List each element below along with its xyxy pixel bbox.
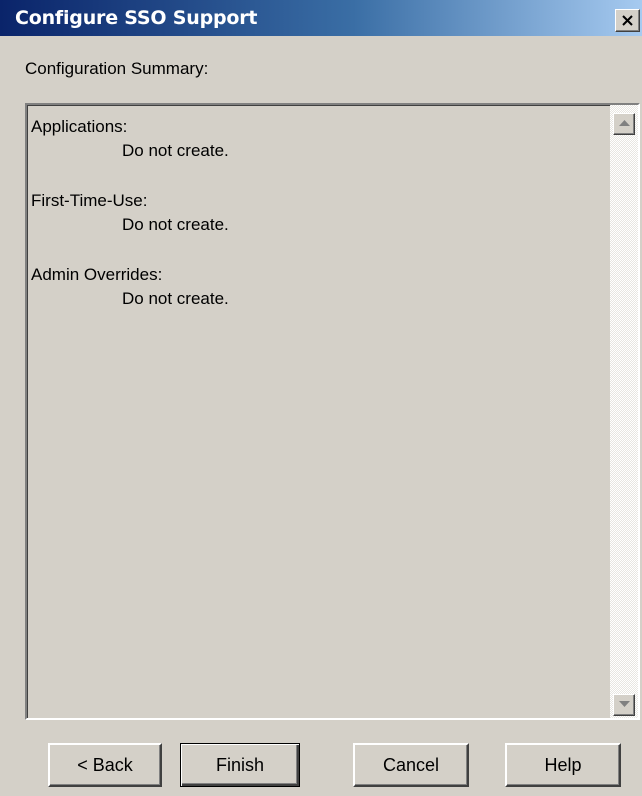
close-button[interactable]	[615, 9, 640, 32]
scroll-up-button[interactable]	[613, 113, 635, 135]
scroll-down-arrow-icon	[619, 701, 630, 707]
cancel-button[interactable]: Cancel	[353, 743, 469, 787]
section-heading: Admin Overrides:	[31, 265, 163, 284]
summary-content: Applications: Do not create. First-Time-…	[31, 115, 229, 337]
summary-section-admin-overrides: Admin Overrides: Do not create.	[31, 263, 229, 311]
back-button[interactable]: < Back	[48, 743, 162, 787]
section-value: Do not create.	[122, 141, 229, 160]
section-heading: First-Time-Use:	[31, 191, 148, 210]
help-button[interactable]: Help	[505, 743, 621, 787]
summary-section-applications: Applications: Do not create.	[31, 115, 229, 163]
section-heading: Applications:	[31, 117, 128, 136]
scroll-up-arrow-icon	[619, 120, 630, 126]
window-title: Configure SSO Support	[15, 7, 258, 29]
vertical-scrollbar[interactable]	[610, 105, 638, 718]
section-value: Do not create.	[122, 289, 229, 308]
summary-section-first-time-use: First-Time-Use: Do not create.	[31, 189, 229, 237]
configure-sso-dialog: Configure SSO Support Configuration Summ…	[0, 0, 642, 796]
section-value: Do not create.	[122, 215, 229, 234]
scroll-down-button[interactable]	[613, 694, 635, 716]
finish-button[interactable]: Finish	[180, 743, 300, 787]
close-icon	[622, 15, 633, 26]
title-bar[interactable]: Configure SSO Support	[0, 0, 642, 36]
configuration-summary-label: Configuration Summary:	[25, 59, 209, 78]
summary-text-area[interactable]: Applications: Do not create. First-Time-…	[25, 103, 640, 720]
